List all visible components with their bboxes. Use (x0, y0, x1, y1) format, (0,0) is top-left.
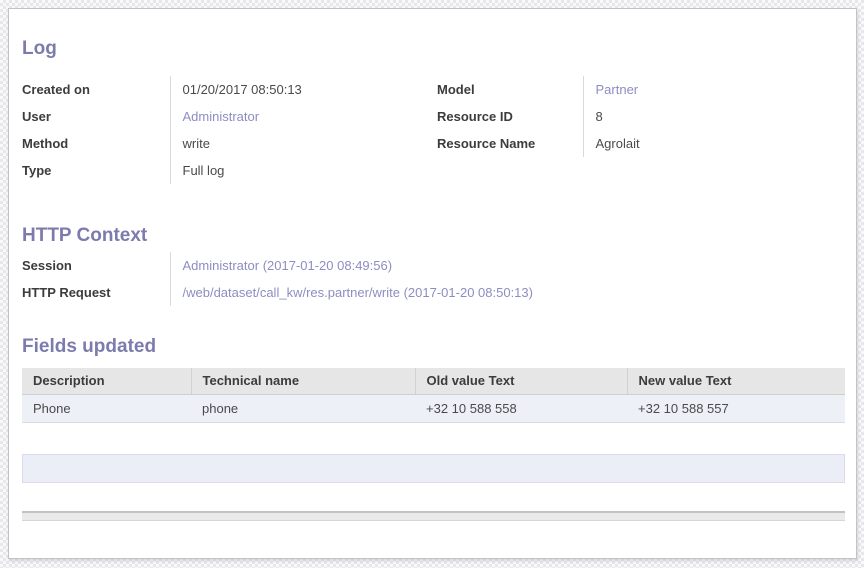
section-title-http-context: HTTP Context (22, 226, 147, 246)
column-header-new-value: New value Text (627, 368, 845, 394)
field-row-type: Type Full log (22, 157, 302, 184)
field-value-http-request: /web/dataset/call_kw/res.partner/write (… (170, 279, 533, 306)
field-row-resource-id: Resource ID 8 (437, 103, 640, 130)
field-value-created-on: 01/20/2017 08:50:13 (170, 76, 302, 103)
field-row-http-request: HTTP Request /web/dataset/call_kw/res.pa… (22, 279, 533, 306)
log-field-group-right: Model Partner Resource ID 8 Resource Nam… (437, 76, 640, 157)
field-value-method: write (170, 130, 302, 157)
field-row-session: Session Administrator (2017-01-20 08:49:… (22, 252, 533, 279)
field-row-model: Model Partner (437, 76, 640, 103)
table-header-row: Description Technical name Old value Tex… (22, 368, 845, 394)
field-value-type: Full log (170, 157, 302, 184)
column-header-old-value: Old value Text (415, 368, 627, 394)
field-label-model: Model (437, 76, 583, 103)
user-link[interactable]: Administrator (183, 109, 260, 124)
field-label-http-request: HTTP Request (22, 279, 170, 306)
cell-technical-name: phone (191, 394, 415, 422)
field-value-user: Administrator (170, 103, 302, 130)
cell-old-value: +32 10 588 558 (415, 394, 627, 422)
field-label-method: Method (22, 130, 170, 157)
fields-updated-table: Description Technical name Old value Tex… (22, 368, 845, 423)
content-panel: Log Created on 01/20/2017 08:50:13 User … (8, 8, 857, 559)
field-label-session: Session (22, 252, 170, 279)
model-link[interactable]: Partner (596, 82, 639, 97)
field-label-created-on: Created on (22, 76, 170, 103)
column-header-technical-name: Technical name (191, 368, 415, 394)
field-label-resource-name: Resource Name (437, 130, 583, 157)
field-value-resource-id: 8 (583, 103, 640, 130)
field-value-model: Partner (583, 76, 640, 103)
section-title-log: Log (22, 39, 57, 59)
column-header-description: Description (22, 368, 191, 394)
field-label-type: Type (22, 157, 170, 184)
session-link[interactable]: Administrator (2017-01-20 08:49:56) (183, 258, 393, 273)
field-label-resource-id: Resource ID (437, 103, 583, 130)
field-row-resource-name: Resource Name Agrolait (437, 130, 640, 157)
field-label-user: User (22, 103, 170, 130)
table-row-phone[interactable]: Phone phone +32 10 588 558 +32 10 588 55… (22, 394, 845, 422)
http-request-link[interactable]: /web/dataset/call_kw/res.partner/write (… (183, 285, 533, 300)
cell-description: Phone (22, 394, 191, 422)
cell-new-value: +32 10 588 557 (627, 394, 845, 422)
field-row-method: Method write (22, 130, 302, 157)
field-row-created-on: Created on 01/20/2017 08:50:13 (22, 76, 302, 103)
field-value-resource-name: Agrolait (583, 130, 640, 157)
section-title-fields-updated: Fields updated (22, 337, 156, 357)
field-value-session: Administrator (2017-01-20 08:49:56) (170, 252, 533, 279)
list-footer-band (22, 511, 845, 521)
empty-list-row-band (22, 454, 845, 483)
log-field-group-left: Created on 01/20/2017 08:50:13 User Admi… (22, 76, 302, 184)
field-row-user: User Administrator (22, 103, 302, 130)
http-context-field-group: Session Administrator (2017-01-20 08:49:… (22, 252, 533, 306)
